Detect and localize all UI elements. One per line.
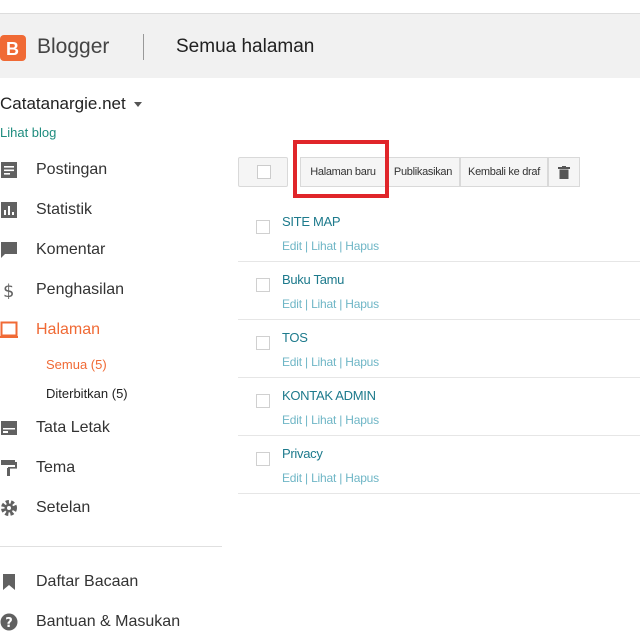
row-checkbox[interactable] (256, 278, 270, 292)
page-actions[interactable]: Edit | Lihat | Hapus (282, 413, 379, 427)
page-title-link[interactable]: Privacy (282, 446, 323, 461)
blog-name: Catatanargie.net (0, 94, 126, 113)
sidebar-item-label: Halaman (36, 321, 101, 338)
sidebar-item-label: Bantuan & Masukan (36, 613, 181, 630)
header-divider (143, 34, 144, 60)
stats-icon (1, 202, 17, 218)
page-actions[interactable]: Edit | Lihat | Hapus (282, 471, 379, 485)
brand-name: Blogger (37, 35, 110, 58)
sidebar-item-label: Penghasilan (36, 281, 125, 298)
row-checkbox[interactable] (256, 336, 270, 350)
sidebar-item-label: Statistik (36, 201, 93, 218)
svg-text:$: $ (3, 281, 14, 299)
subnav-all-pages[interactable]: Semua (5) (46, 357, 107, 372)
view-blog-link[interactable]: Lihat blog (0, 125, 56, 140)
sidebar-item-label: Tema (36, 459, 76, 476)
subnav-published-pages[interactable]: Diterbitkan (5) (46, 386, 128, 401)
row-checkbox[interactable] (256, 220, 270, 234)
checkbox-box (257, 165, 271, 179)
svg-text:?: ? (5, 616, 13, 631)
paint-roller-icon (1, 460, 17, 476)
blog-selector[interactable]: Catatanargie.net (0, 94, 142, 114)
table-row: Privacy Edit | Lihat | Hapus (238, 436, 640, 494)
page-actions[interactable]: Edit | Lihat | Hapus (282, 297, 379, 311)
page-actions[interactable]: Edit | Lihat | Hapus (282, 355, 379, 369)
page-title-link[interactable]: SITE MAP (282, 214, 341, 229)
help-icon: ? (0, 613, 18, 631)
sidebar-item-label: Postingan (36, 161, 108, 178)
sidebar-item-label: Daftar Bacaan (36, 573, 139, 590)
page-title-link[interactable]: KONTAK ADMIN (282, 388, 376, 403)
table-row: Buku Tamu Edit | Lihat | Hapus (238, 262, 640, 320)
row-checkbox[interactable] (256, 394, 270, 408)
trash-icon (558, 165, 570, 179)
window-top-bar (0, 0, 640, 14)
table-row: KONTAK ADMIN Edit | Lihat | Hapus (238, 378, 640, 436)
sidebar-item-label: Setelan (36, 499, 91, 516)
sidebar-item-label: Tata Letak (36, 419, 110, 436)
page-title-link[interactable]: TOS (282, 330, 308, 345)
sidebar-divider (0, 546, 222, 547)
table-row: TOS Edit | Lihat | Hapus (238, 320, 640, 378)
pages-icon (0, 321, 18, 338)
delete-button[interactable] (548, 157, 580, 187)
app-header: B Blogger Semua halaman (0, 14, 640, 78)
gear-icon (1, 500, 17, 516)
publish-button[interactable]: Publikasikan (386, 157, 460, 187)
page-title-link[interactable]: Buku Tamu (282, 272, 344, 287)
row-checkbox[interactable] (256, 452, 270, 466)
revert-to-draft-button[interactable]: Kembali ke draf (460, 157, 548, 187)
highlight-box (293, 140, 389, 198)
comment-icon (1, 242, 17, 258)
dollar-icon: $ (3, 281, 14, 299)
select-all-checkbox[interactable] (238, 157, 288, 187)
caret-down-icon (133, 102, 142, 108)
blogger-logo-icon[interactable]: B (0, 35, 26, 61)
layout-icon (1, 421, 17, 435)
table-row: SITE MAP Edit | Lihat | Hapus (238, 204, 640, 262)
sidebar-item-label: Komentar (36, 241, 106, 258)
posts-icon (1, 162, 17, 178)
page-title: Semua halaman (176, 36, 315, 57)
bookmark-icon (3, 574, 15, 590)
page-actions[interactable]: Edit | Lihat | Hapus (282, 239, 379, 253)
